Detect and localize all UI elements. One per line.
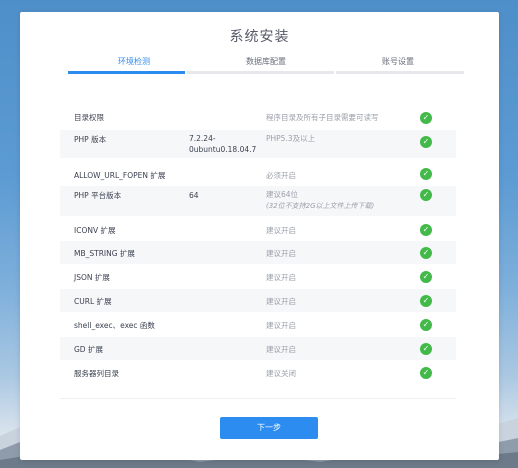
ok-icon: ✓ — [420, 224, 432, 236]
check-name: 服务器列目录 — [74, 369, 119, 378]
install-steps: 环境检测 数据库配置 账号设置 — [68, 56, 464, 76]
check-row-json: JSON 扩展 建议开启 ✓ — [60, 264, 456, 289]
check-row-allow-url-fopen: ALLOW_URL_FOPEN 扩展 必须开启 ✓ — [60, 158, 456, 186]
ok-icon: ✓ — [420, 319, 432, 331]
check-name: PHP 平台版本 — [74, 191, 122, 200]
ok-icon: ✓ — [420, 247, 432, 259]
check-requirement: 必须开启 — [266, 171, 296, 180]
ok-icon: ✓ — [420, 295, 432, 307]
check-requirement: PHP5.3及以上 — [266, 134, 316, 143]
check-requirement: 建议64位 — [266, 190, 299, 199]
check-name: shell_exec、exec 函数 — [74, 321, 155, 330]
check-row-mb-string: MB_STRING 扩展 建议开启 ✓ — [60, 241, 456, 264]
check-row-iconv: ICONV 扩展 建议开启 ✓ — [60, 216, 456, 241]
environment-check-table: 目录权限 程序目录及所有子目录需要可读写 ✓ PHP 版本 7.2.24-0ub… — [60, 102, 456, 386]
check-name: ALLOW_URL_FOPEN 扩展 — [74, 171, 166, 180]
ok-icon: ✓ — [420, 343, 432, 355]
check-row-directory-listing: 服务器列目录 建议关闭 ✓ — [60, 360, 456, 386]
check-current: 64 — [189, 191, 199, 200]
ok-icon: ✓ — [420, 168, 432, 180]
ok-icon: ✓ — [420, 271, 432, 283]
check-name: JSON 扩展 — [74, 273, 110, 282]
step-account-settings[interactable]: 账号设置 — [332, 56, 464, 67]
ok-icon: ✓ — [420, 136, 432, 148]
check-row-curl: CURL 扩展 建议开启 ✓ — [60, 289, 456, 312]
check-name: 目录权限 — [74, 113, 104, 122]
step-progress-bar — [336, 71, 464, 74]
ok-icon: ✓ — [420, 189, 432, 201]
page-title: 系统安装 — [229, 29, 290, 45]
check-requirement: 建议开启 — [266, 321, 296, 330]
check-requirement: 建议开启 — [266, 249, 296, 258]
check-requirement: 建议开启 — [266, 273, 296, 282]
check-row-php-platform: PHP 平台版本 64 建议64位 (32位不支持2G以上文件上传下载) ✓ — [60, 186, 456, 216]
check-name: MB_STRING 扩展 — [74, 249, 135, 258]
check-requirement-note: (32位不支持2G以上文件上传下载) — [266, 202, 375, 210]
step-progress-active — [68, 71, 185, 74]
step-progress-bar — [187, 71, 334, 74]
check-name: GD 扩展 — [74, 345, 103, 354]
check-requirement-block: 建议64位 (32位不支持2G以上文件上传下载) — [266, 189, 374, 212]
check-name: ICONV 扩展 — [74, 226, 116, 235]
check-requirement: 程序目录及所有子目录需要可读写 — [266, 113, 379, 122]
next-step-button[interactable]: 下一步 — [220, 417, 318, 439]
check-name: PHP 版本 — [74, 135, 107, 144]
check-row-php-version: PHP 版本 7.2.24-0ubuntu0.18.04.7 PHP5.3及以上… — [60, 130, 456, 158]
step-environment-check[interactable]: 环境检测 — [68, 56, 200, 67]
check-requirement: 建议开启 — [266, 297, 296, 306]
check-name: CURL 扩展 — [74, 297, 112, 306]
check-row-shell-exec: shell_exec、exec 函数 建议开启 ✓ — [60, 312, 456, 337]
ok-icon: ✓ — [420, 367, 432, 379]
check-requirement: 建议关闭 — [266, 369, 296, 378]
check-row-gd: GD 扩展 建议开启 ✓ — [60, 337, 456, 360]
install-panel: 系统安装 环境检测 数据库配置 账号设置 目录权限 程序目录及所有子目录需要可读… — [20, 12, 499, 460]
check-requirement: 建议开启 — [266, 345, 296, 354]
check-row-directory-permission: 目录权限 程序目录及所有子目录需要可读写 ✓ — [60, 102, 456, 130]
check-requirement: 建议开启 — [266, 226, 296, 235]
check-current: 7.2.24-0ubuntu0.18.04.7 — [189, 134, 257, 154]
ok-icon: ✓ — [420, 112, 432, 124]
divider — [60, 398, 456, 399]
step-database-config[interactable]: 数据库配置 — [200, 56, 332, 67]
